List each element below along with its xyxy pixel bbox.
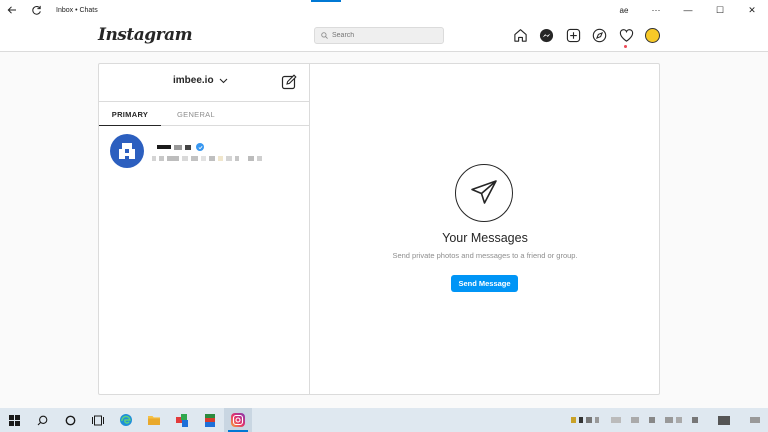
instagram-taskbar-icon[interactable] (224, 408, 252, 432)
tab-primary[interactable]: PRIMARY (99, 102, 161, 126)
new-post-icon[interactable] (564, 26, 582, 44)
thread-avatar (110, 134, 144, 168)
account-switcher[interactable]: imbee.io (173, 75, 228, 86)
profile-avatar[interactable] (644, 26, 662, 44)
windows-start-icon[interactable] (0, 408, 28, 432)
system-tray-redacted (568, 408, 760, 432)
close-button[interactable]: ✕ (736, 0, 768, 20)
thread-preview-redacted (152, 156, 265, 161)
messenger-icon[interactable] (538, 26, 556, 44)
messages-subtitle: Send private photos and messages to a fr… (392, 251, 578, 260)
notification-dot (624, 45, 627, 48)
chevron-down-icon (219, 78, 227, 83)
refresh-icon[interactable] (24, 0, 48, 20)
inbox-panel: imbee.io PRIMARY GENERAL Your Messages S… (98, 63, 660, 395)
instagram-header: Instagram (0, 20, 768, 52)
explore-icon[interactable] (591, 26, 609, 44)
direct-send-icon (455, 164, 513, 222)
maximize-button[interactable]: ☐ (704, 0, 736, 20)
window-titlebar: Inbox • Chats ae ··· — ☐ ✕ (0, 0, 768, 20)
verified-badge-icon (196, 143, 204, 151)
conversation-list-pane: imbee.io PRIMARY GENERAL (99, 64, 310, 394)
search-taskbar-icon[interactable] (28, 408, 56, 432)
search-box[interactable] (314, 27, 444, 44)
edge-browser-icon[interactable] (112, 408, 140, 432)
home-icon[interactable] (511, 26, 529, 44)
office-app-icon[interactable] (196, 408, 224, 432)
inbox-header: imbee.io (99, 64, 309, 102)
active-indicator (311, 0, 341, 2)
send-message-button[interactable]: Send Message (451, 275, 518, 292)
activity-heart-icon[interactable] (617, 26, 635, 48)
messages-heading: Your Messages (442, 231, 528, 245)
inbox-tabs: PRIMARY GENERAL (99, 102, 309, 126)
more-menu-button[interactable]: ··· (640, 0, 672, 20)
compose-icon[interactable] (281, 74, 297, 95)
back-icon[interactable] (0, 0, 24, 20)
file-explorer-icon[interactable] (140, 408, 168, 432)
instagram-logo[interactable]: Instagram (98, 25, 193, 45)
search-input[interactable] (332, 32, 442, 39)
thread-name-redacted (157, 143, 204, 151)
profile-button[interactable]: ae (608, 0, 640, 20)
store-app-icon[interactable] (168, 408, 196, 432)
messages-pane: Your Messages Send private photos and me… (310, 64, 660, 394)
tab-general[interactable]: GENERAL (161, 102, 231, 126)
search-icon (321, 32, 328, 39)
conversation-thread[interactable] (99, 126, 309, 178)
windows-taskbar (0, 408, 768, 432)
minimize-button[interactable]: — (672, 0, 704, 20)
window-title: Inbox • Chats (56, 6, 98, 14)
account-username: imbee.io (173, 75, 214, 86)
cortana-icon[interactable] (56, 408, 84, 432)
task-view-icon[interactable] (84, 408, 112, 432)
